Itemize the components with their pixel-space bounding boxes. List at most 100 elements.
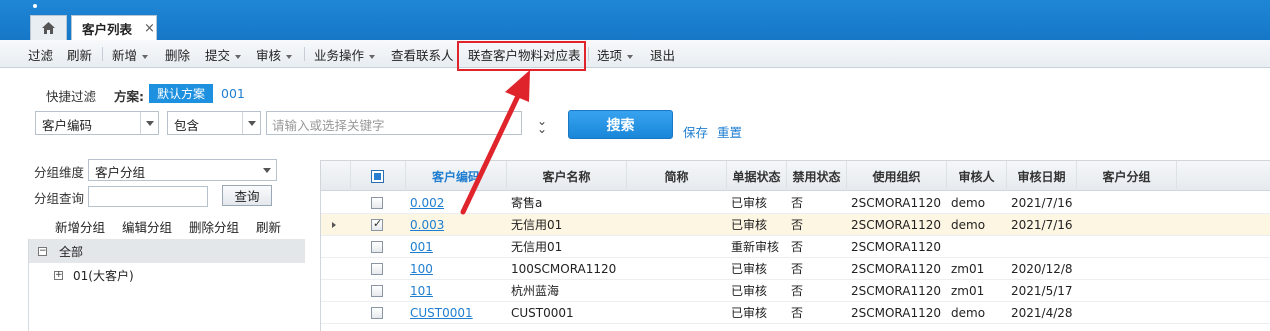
tree-node-big-customer[interactable]: + 01(大客户): [54, 267, 134, 284]
operator-select[interactable]: 包含: [167, 111, 261, 135]
exit-button[interactable]: 退出: [650, 45, 675, 63]
group-query-button[interactable]: 查询: [222, 185, 272, 206]
cell-customer-code[interactable]: 001: [410, 236, 433, 258]
delete-group-button[interactable]: 删除分组: [189, 220, 239, 235]
table-row[interactable]: 001 无信用01 重新审核否 2SCMORA1120: [321, 236, 1270, 258]
search-button[interactable]: 搜索: [568, 110, 673, 139]
cell-customer-code[interactable]: 0.002: [410, 192, 444, 214]
header-short-name[interactable]: 简称: [627, 161, 727, 191]
row-checkbox[interactable]: [371, 197, 383, 209]
filter-button[interactable]: 过滤: [28, 45, 53, 63]
cell-use-org: 2SCMORA1120: [851, 284, 942, 298]
cell-use-org: 2SCMORA1120: [851, 240, 942, 254]
field-select[interactable]: 客户编码: [35, 111, 159, 135]
view-contacts-button[interactable]: 查看联系人: [391, 45, 454, 63]
select-all-header: [351, 161, 406, 191]
header-disabled-status[interactable]: 禁用状态: [787, 161, 847, 191]
group-dimension-select[interactable]: 客户分组: [88, 159, 277, 181]
delete-button[interactable]: 删除: [165, 45, 190, 63]
refresh-button[interactable]: 刷新: [67, 45, 92, 63]
header-use-org[interactable]: 使用组织: [847, 161, 947, 191]
group-query-label: 分组查询: [34, 191, 85, 206]
cell-doc-status: 已审核: [731, 196, 768, 210]
cell-audit-date: 2021/7/16: [1011, 196, 1073, 210]
save-link[interactable]: 保存: [683, 122, 708, 141]
row-checkbox[interactable]: [371, 263, 383, 275]
cell-audit-date: 2021/7/16: [1011, 218, 1073, 232]
plan-default-chip[interactable]: 默认方案: [149, 84, 213, 103]
cell-customer-name: 无信用01: [511, 218, 563, 232]
reset-link[interactable]: 重置: [717, 122, 742, 141]
header-customer-name[interactable]: 客户名称: [507, 161, 627, 191]
submit-button[interactable]: 提交: [205, 45, 242, 63]
header-doc-status[interactable]: 单据状态: [727, 161, 787, 191]
plan-001-link[interactable]: 001: [221, 86, 245, 101]
cell-customer-code[interactable]: 0.003: [410, 214, 444, 236]
toolbar-divider: [102, 47, 103, 61]
row-checkbox[interactable]: [371, 217, 383, 231]
select-all-checkbox[interactable]: [371, 170, 384, 183]
cell-disabled-status: 否: [791, 196, 804, 210]
tab-home[interactable]: [30, 15, 67, 40]
row-indicator-header: [321, 161, 351, 191]
cell-audit-date: 2021/4/28: [1011, 306, 1073, 320]
cell-doc-status: 已审核: [731, 218, 768, 232]
business-operation-button[interactable]: 业务操作: [314, 45, 376, 63]
table-row[interactable]: 101 杭州蓝海 已审核 否 2SCMORA1120 zm01 2021/5/17: [321, 280, 1270, 302]
tab-customer-list[interactable]: 客户列表 ×: [71, 15, 157, 41]
table-row[interactable]: 0.003 无信用01 已审核 否 2SCMORA1120 demo 2021/7/16: [321, 214, 1270, 236]
cell-doc-status: 已审核: [731, 306, 768, 320]
chevron-down-icon: [235, 54, 242, 59]
cell-customer-code[interactable]: 101: [410, 280, 433, 302]
cell-customer-name: 无信用01: [511, 240, 563, 254]
cell-auditor: zm01: [951, 284, 985, 298]
cell-customer-code[interactable]: CUST0001: [410, 302, 473, 324]
audit-button[interactable]: 审核: [256, 45, 293, 63]
group-query-input[interactable]: [88, 186, 208, 207]
group-actions: 新增分组 编辑分组 删除分组 刷新: [55, 217, 294, 236]
toolbar-divider: [304, 47, 305, 61]
cell-disabled-status: 否: [791, 240, 804, 254]
cell-use-org: 2SCMORA1120: [851, 196, 942, 210]
header-customer-code[interactable]: 客户编码: [406, 161, 507, 191]
refresh-group-button[interactable]: 刷新: [256, 220, 281, 235]
options-button[interactable]: 选项: [597, 45, 634, 63]
table-row[interactable]: 100 100SCMORA1120 已审核 否 2SCMORA1120 zm01 2020/…: [321, 258, 1270, 280]
cell-disabled-status: 否: [791, 262, 804, 276]
add-group-button[interactable]: 新增分组: [55, 220, 105, 235]
tree-node-label: 全部: [59, 244, 84, 259]
row-checkbox[interactable]: [371, 241, 383, 253]
tree-node-all[interactable]: − 全部: [29, 239, 305, 263]
group-tree: − 全部 + 01(大客户): [28, 239, 305, 331]
chevron-down-icon: [627, 54, 634, 59]
plan-label: 方案:: [114, 89, 144, 104]
chevron-down-icon: [286, 54, 293, 59]
app-header: 客户列表 ×: [0, 0, 1270, 41]
table-row[interactable]: CUST0001 CUST0001 已审核 否 2SCMORA1120 demo 2021/…: [321, 302, 1270, 324]
chevron-down-icon: [140, 112, 158, 134]
header-auditor[interactable]: 审核人: [947, 161, 1007, 191]
expand-icon[interactable]: ⌄ ⌄: [537, 115, 547, 135]
cell-disabled-status: 否: [791, 218, 804, 232]
expand-icon[interactable]: +: [54, 271, 63, 280]
row-checkbox[interactable]: [371, 285, 383, 297]
edit-group-button[interactable]: 编辑分组: [122, 220, 172, 235]
cell-audit-date: 2021/5/17: [1011, 284, 1073, 298]
header-customer-group[interactable]: 客户分组: [1077, 161, 1177, 191]
customer-grid: 客户编码 客户名称 简称 单据状态 禁用状态 使用组织 审核人 审核日期 客户分…: [320, 160, 1270, 331]
chevron-down-icon: [369, 54, 376, 59]
operator-select-value: 包含: [174, 118, 200, 133]
header-audit-date[interactable]: 审核日期: [1007, 161, 1077, 191]
cell-customer-code[interactable]: 100: [410, 258, 433, 280]
collapse-icon[interactable]: −: [38, 246, 47, 256]
row-checkbox[interactable]: [371, 307, 383, 319]
cell-auditor: demo: [951, 196, 986, 210]
cell-doc-status: 重新审核: [731, 240, 780, 254]
close-icon[interactable]: ×: [144, 21, 155, 36]
keyword-input[interactable]: 请输入或选择关键字: [266, 111, 522, 135]
table-row[interactable]: 0.002 寄售a 已审核 否 2SCMORA1120 demo 2021/7/16: [321, 192, 1270, 214]
chevron-down-icon: [142, 54, 149, 59]
cell-auditor: zm01: [951, 262, 985, 276]
add-button[interactable]: 新增: [112, 45, 149, 63]
group-dimension-label: 分组维度: [34, 165, 85, 180]
